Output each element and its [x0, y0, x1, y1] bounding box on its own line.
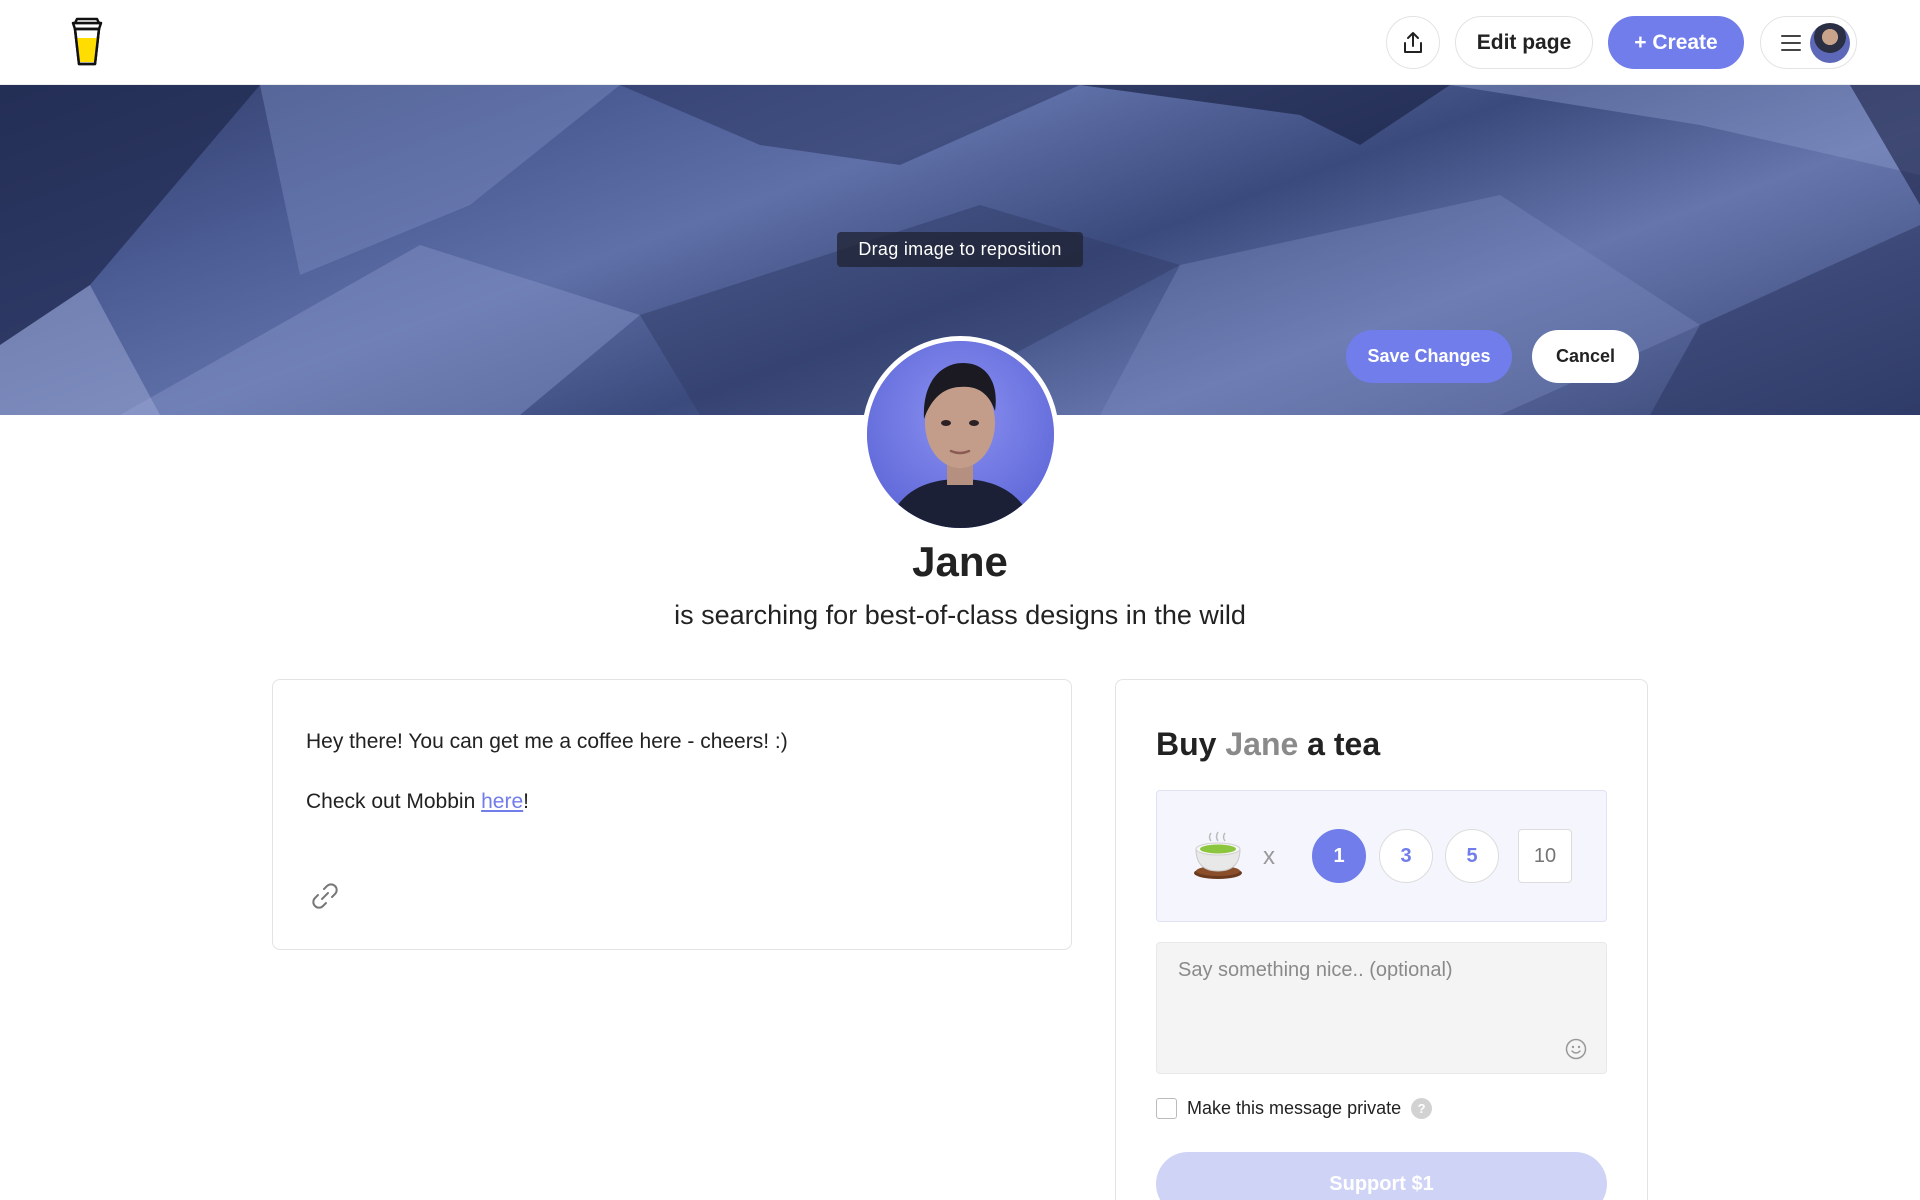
profile-name: Jane [912, 538, 1008, 585]
support-button[interactable]: Support $1 [1156, 1152, 1607, 1200]
title-prefix: Buy [1156, 726, 1226, 762]
user-avatar-small [1810, 22, 1850, 63]
title-suffix: a tea [1298, 726, 1381, 762]
cup-logo-icon[interactable] [69, 17, 105, 67]
about-link-suffix: ! [523, 790, 529, 813]
drag-reposition-hint: Drag image to reposition [837, 232, 1083, 267]
tea-cup-icon [1191, 829, 1245, 883]
custom-quantity-input[interactable] [1518, 829, 1572, 883]
save-changes-button[interactable]: Save Changes [1346, 330, 1512, 383]
help-question-icon[interactable]: ? [1411, 1098, 1433, 1119]
quantity-option-5[interactable]: 5 [1445, 829, 1499, 883]
smiley-icon[interactable] [1565, 1038, 1587, 1060]
cancel-button[interactable]: Cancel [1532, 330, 1639, 383]
hamburger-menu-icon [1781, 34, 1801, 51]
private-checkbox[interactable] [1156, 1098, 1177, 1119]
quantity-selector: x 1 3 5 [1156, 790, 1607, 922]
private-label: Make this message private [1187, 1098, 1402, 1118]
top-header: Edit page + Create [0, 0, 1920, 85]
private-message-row: Make this message private ? [1156, 1098, 1433, 1119]
title-name: Jane [1225, 726, 1299, 762]
link-chain-icon[interactable] [309, 880, 341, 912]
share-button[interactable] [1386, 16, 1440, 69]
quantity-option-1[interactable]: 1 [1312, 829, 1366, 883]
message-field [1156, 942, 1607, 1074]
profile-avatar[interactable] [862, 336, 1059, 533]
support-card: Buy Jane a tea x 1 3 5 10 Say something … [1115, 679, 1648, 1200]
mobbin-link[interactable]: here [481, 790, 523, 813]
multiplier-sign: x [1263, 843, 1275, 870]
about-text-line: Check out Mobbin here! [306, 790, 529, 814]
share-upload-icon [1404, 31, 1422, 53]
account-menu-button[interactable] [1760, 16, 1857, 69]
about-text-line: Hey there! You can get me a coffee here … [306, 730, 788, 753]
profile-tagline: is searching for best-of-class designs i… [674, 600, 1246, 630]
edit-page-button[interactable]: Edit page [1455, 16, 1593, 69]
about-link-prefix: Check out Mobbin [306, 790, 482, 813]
quantity-option-3[interactable]: 3 [1379, 829, 1433, 883]
support-title: Buy Jane a tea [1156, 726, 1380, 763]
message-input[interactable] [1157, 943, 1606, 1073]
create-button[interactable]: + Create [1608, 16, 1744, 69]
about-card: Hey there! You can get me a coffee here … [272, 679, 1072, 950]
